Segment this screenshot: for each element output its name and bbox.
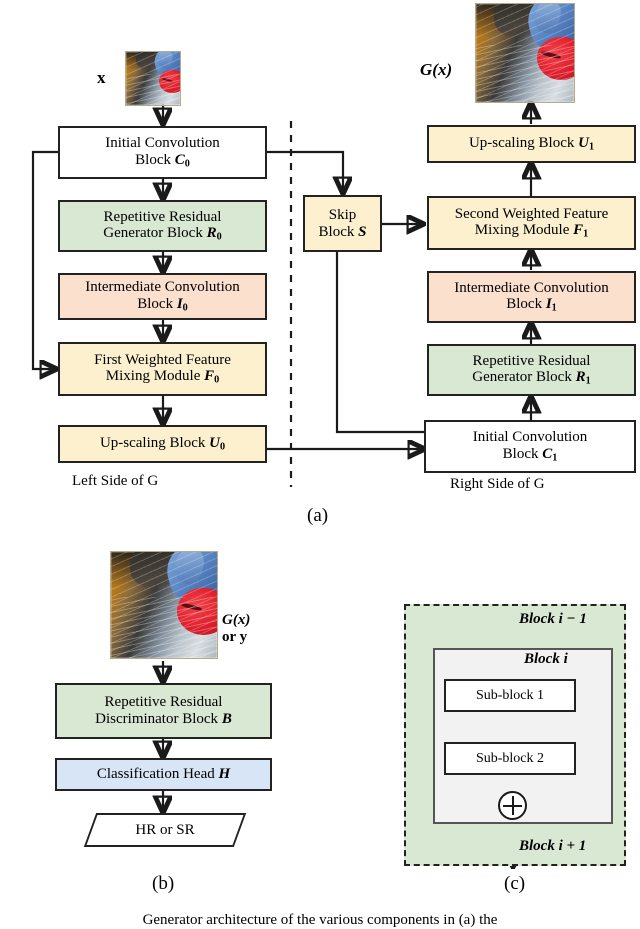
panel-label-b: (b) [152,873,175,894]
panel-label-c: (c) [504,873,526,894]
discriminator-input-thumbnail [110,551,218,659]
panel-label-a: (a) [307,505,329,526]
block-symbol: F [204,368,215,385]
input-label-x: x [97,68,106,87]
discriminator-input-label-line2: or y [222,629,248,646]
block-symbol: H [218,766,231,783]
block-subscript: 1 [551,302,557,314]
block-line-2: Discriminator Block [95,711,219,727]
classification-head-h[interactable]: Classification Head H [55,758,272,791]
block-line-1: Skip [328,206,357,223]
intermediate-convolution-block-i0[interactable]: Intermediate Convolution Block I0 [58,273,267,320]
block-line-1: Classification Head [96,766,215,783]
sub-block-1-text: Sub-block 1 [475,687,545,703]
block-line-1: Repetitive Residual [472,352,591,369]
sub-block-2-text: Sub-block 2 [475,750,545,766]
block-symbol: R [206,225,217,242]
block-subscript: 1 [552,452,558,464]
block-subscript: 0 [184,158,190,170]
block-line-2: Mixing Module [105,368,201,385]
skip-block-s[interactable]: Skip Block S [303,195,382,252]
output-image-thumbnail [475,3,575,103]
block-subscript: 0 [214,374,220,386]
block-line-2: Block [137,295,174,312]
block-line-1: First Weighted Feature [94,351,231,368]
repetitive-residual-generator-block-r0[interactable]: Repetitive Residual Generator Block R0 [58,200,267,252]
input-image-thumbnail [125,51,181,106]
block-subscript: 0 [216,231,222,243]
block-line-2: Block [318,223,355,240]
initial-convolution-block-c1[interactable]: Initial Convolution Block C1 [424,420,636,473]
right-side-caption: Right Side of G [450,476,545,493]
block-subscript: 0 [219,441,226,453]
block-line-1: Repetitive Residual [104,694,223,711]
second-weighted-feature-mixing-module-f1[interactable]: Second Weighted Feature Mixing Module F1 [427,196,636,250]
repetitive-residual-discriminator-block-b[interactable]: Repetitive Residual Discriminator Block … [55,683,272,739]
block-line-2: Generator Block [472,369,572,386]
up-scaling-block-u0[interactable]: Up-scaling Block U0 [58,425,267,463]
block-line-1: Second Weighted Feature [454,205,609,222]
block-line-2: Block [502,445,539,462]
sub-block-1[interactable]: Sub-block 1 [444,679,576,712]
up-scaling-block-u1[interactable]: Up-scaling Block U1 [427,125,636,163]
block-line-1: Up-scaling Block [99,435,206,452]
block-line-2: Mixing Module [474,222,570,239]
block-subscript: 1 [588,141,595,153]
block-symbol: C [542,445,553,462]
block-line-1: Up-scaling Block [468,135,575,152]
first-weighted-feature-mixing-module-f0[interactable]: First Weighted Feature Mixing Module F0 [58,342,267,396]
block-i-label-text: Block i [524,651,568,667]
output-hr-or-sr-label: HR or SR [90,813,240,847]
block-line-1: Repetitive Residual [103,208,222,225]
block-line-2: Block [506,296,543,313]
residual-adder-icon [498,791,527,820]
block-symbol: B [221,711,232,727]
block-line-1: Intermediate Convolution [454,279,609,296]
block-symbol: F [573,222,584,239]
block-symbol: U [209,435,220,452]
block-symbol: R [575,369,586,386]
block-i-label: Block i [524,651,568,668]
intermediate-convolution-block-i1[interactable]: Intermediate Convolution Block I1 [427,271,636,323]
block-i-plus-1-label-text: Block i + 1 [519,838,587,854]
block-symbol: S [358,223,367,240]
block-line-1: Initial Convolution [472,429,588,446]
figure-caption: Generator architecture of the various co… [0,912,640,929]
figure-caption-text: Generator architecture of the various co… [142,912,498,928]
discriminator-input-label-line1: G(x) [222,612,251,628]
block-subscript: 1 [585,375,591,387]
block-i-plus-1-label: Block i + 1 [519,838,586,855]
block-i-minus-1-label-text: Block i − 1 [519,611,587,627]
sub-block-2[interactable]: Sub-block 2 [444,742,576,775]
left-side-caption: Left Side of G [72,473,158,490]
figure-canvas: x G(x) Initial Convolution Block C0 Repe… [0,0,640,928]
repetitive-residual-generator-block-r1[interactable]: Repetitive Residual Generator Block R1 [427,344,636,396]
block-i-minus-1-label: Block i − 1 [519,611,587,628]
block-symbol: U [578,135,589,152]
block-line-2: Generator Block [103,225,203,242]
block-line-1: Initial Convolution [105,135,220,152]
output-label-gx: G(x) [420,60,453,79]
block-line-2: Block [135,151,171,168]
left-side-caption-text: Left Side of G [72,473,159,489]
initial-convolution-block-c0[interactable]: Initial Convolution Block C0 [58,126,267,179]
block-line-1: Intermediate Convolution [85,279,240,296]
discriminator-input-label: G(x) or y [222,612,250,647]
block-subscript: 1 [583,228,589,240]
output-hr-or-sr-text: HR or SR [135,821,195,838]
block-symbol: C [174,151,185,168]
right-side-caption-text: Right Side of G [450,476,545,492]
block-subscript: 0 [182,302,188,314]
